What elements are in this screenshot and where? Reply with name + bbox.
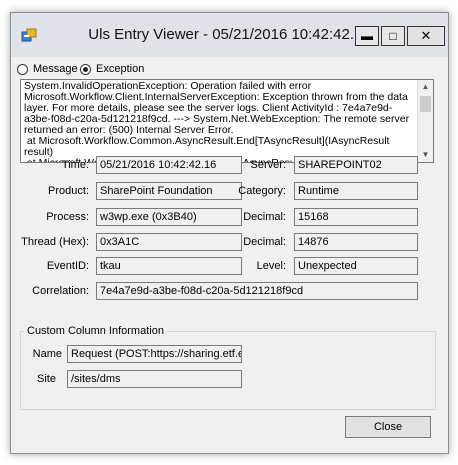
level-field[interactable]: Unexpected (294, 257, 418, 275)
eventid-label: EventID: (46, 260, 89, 272)
exception-text-box[interactable]: System.InvalidOperationException: Operat… (20, 79, 434, 163)
server-field[interactable]: SHAREPOINT02 (294, 156, 418, 174)
uls-entry-viewer-window: Uls Entry Viewer - 05/21/2016 10:42:42.1… (10, 12, 449, 454)
level-label: Level: (256, 260, 286, 272)
exception-text: System.InvalidOperationException: Operat… (24, 80, 410, 163)
process-decimal-label: Decimal: (243, 211, 286, 223)
scroll-up-arrow-icon[interactable]: ▲ (420, 81, 431, 93)
custom-site-label: Site (37, 373, 56, 385)
correlation-label: Correlation: (32, 285, 89, 297)
scroll-down-arrow-icon[interactable]: ▼ (420, 149, 431, 161)
eventid-field[interactable]: tkau (96, 257, 242, 275)
server-label: Server: (250, 159, 286, 171)
exception-scrollbar[interactable]: ▲ ▼ (417, 80, 433, 162)
thread-decimal-label: Decimal: (243, 236, 286, 248)
thread-label: Thread (Hex): (21, 236, 89, 248)
category-label: Category: (238, 185, 286, 197)
process-decimal-field[interactable]: 15168 (294, 208, 418, 226)
time-label: Time: (61, 159, 89, 171)
exception-radio[interactable] (80, 63, 91, 75)
message-radio[interactable] (17, 63, 28, 75)
correlation-field[interactable]: 7e4a7e9d-a3be-f08d-c20a-5d121218f9cd (96, 282, 418, 300)
category-field[interactable]: Runtime (294, 182, 418, 200)
title-bar[interactable]: Uls Entry Viewer - 05/21/2016 10:42:42.1… (11, 13, 448, 57)
process-field[interactable]: w3wp.exe (0x3B40) (96, 208, 242, 226)
close-button[interactable]: Close (345, 416, 431, 438)
product-field[interactable]: SharePoint Foundation (96, 182, 242, 200)
time-field[interactable]: 05/21/2016 10:42:42.16 (96, 156, 242, 174)
message-radio-label: Message (33, 63, 78, 75)
thread-field[interactable]: 0x3A1C (96, 233, 242, 251)
process-label: Process: (46, 211, 89, 223)
custom-name-label: Name (32, 348, 62, 360)
custom-name-field[interactable]: Request (POST:https://sharing.etf.europ (67, 345, 242, 363)
message-radio-option[interactable]: Message (17, 61, 78, 77)
minimize-button[interactable]: ▬ (355, 26, 379, 46)
exception-radio-label: Exception (96, 63, 145, 75)
close-window-button[interactable]: ✕ (407, 26, 445, 46)
maximize-button[interactable]: □ (381, 26, 405, 46)
custom-column-group-title: Custom Column Information (24, 324, 167, 338)
exception-radio-option[interactable]: Exception (80, 61, 144, 77)
scroll-thumb[interactable] (420, 96, 431, 112)
thread-decimal-field[interactable]: 14876 (294, 233, 418, 251)
product-label: Product: (48, 185, 89, 197)
custom-site-field[interactable]: /sites/dms (67, 370, 242, 388)
